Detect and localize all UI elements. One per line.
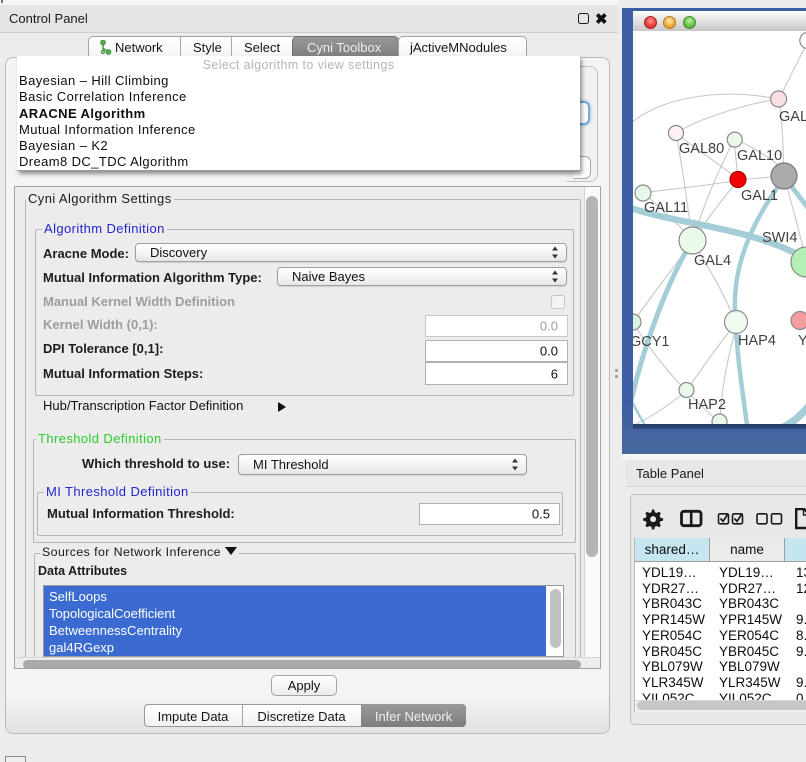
svg-text:GAL1: GAL1 [741, 188, 778, 204]
svg-text:GAL11: GAL11 [644, 200, 688, 216]
svg-text:SWI4: SWI4 [762, 230, 797, 246]
svg-text:HAP4: HAP4 [738, 333, 776, 349]
svg-text:GCY1: GCY1 [633, 334, 670, 350]
svg-text:HAP2: HAP2 [688, 397, 726, 413]
svg-text:GAL4: GAL4 [694, 253, 731, 269]
svg-text:GAL10: GAL10 [737, 148, 782, 164]
svg-text:GAL7: GAL7 [779, 109, 806, 125]
svg-text:Y: Y [798, 333, 806, 349]
svg-text:GAL80: GAL80 [679, 141, 724, 157]
